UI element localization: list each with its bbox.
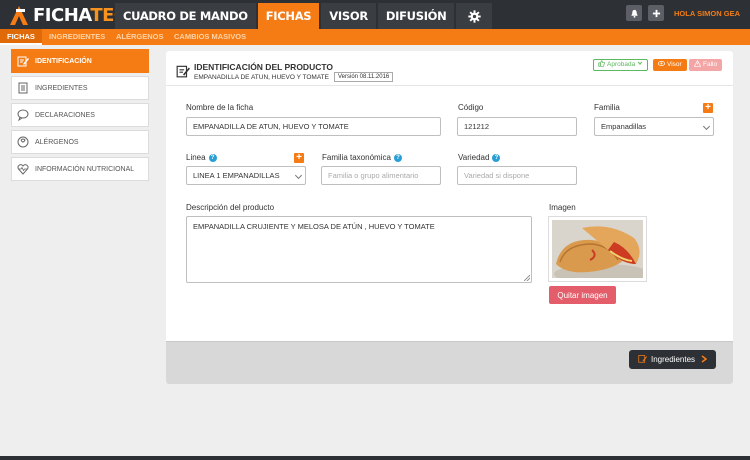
sub-navbar: FICHAS INGREDIENTES ALÉRGENOS CAMBIOS MA… <box>0 29 750 45</box>
linea-select-value: LINEA 1 EMPANADILLAS <box>193 171 280 180</box>
sidebar-item-identificacion[interactable]: IDENTIFICACIÓN <box>11 49 149 73</box>
sidebar-item-label: DECLARACIONES <box>35 111 95 119</box>
status-visor-button[interactable]: Visor <box>653 59 687 71</box>
sidebar-item-alergenos[interactable]: ALÉRGENOS <box>11 130 149 154</box>
chevron-right-icon <box>701 354 708 365</box>
nav-fichas[interactable]: FICHAS <box>257 3 320 29</box>
logo[interactable]: FICHATEC <box>8 4 127 26</box>
linea-select[interactable]: LINEA 1 EMPANADILLAS <box>186 166 306 185</box>
next-ingredientes-button[interactable]: Ingredientes <box>629 350 716 369</box>
nav-difusion[interactable]: DIFUSIÓN <box>377 3 455 29</box>
add-plus-icon[interactable] <box>648 5 665 21</box>
subtab-alergenos[interactable]: ALÉRGENOS <box>116 29 164 45</box>
nombre-label: Nombre de la ficha <box>186 103 254 112</box>
variedad-label-text: Variedad <box>458 153 490 162</box>
familia-taxonomica-label: Familia taxonómica ? <box>322 153 402 162</box>
main-panel: IDENTIFICACIÓN DEL PRODUCTO EMPANADILLA … <box>166 51 733 384</box>
top-navbar: FICHATEC CUADRO DE MANDO FICHAS VISOR DI… <box>0 0 750 29</box>
resize-handle-icon[interactable] <box>524 275 530 281</box>
edit-document-icon <box>17 55 29 67</box>
chevron-down-icon <box>702 122 711 131</box>
codigo-label: Código <box>458 103 484 112</box>
panel-header: IDENTIFICACIÓN DEL PRODUCTO EMPANADILLA … <box>166 51 733 86</box>
sidebar-item-informacion-nutricional[interactable]: INFORMACIÓN NUTRICIONAL <box>11 157 149 181</box>
familia-taxonomica-label-text: Familia taxonómica <box>322 153 391 162</box>
nombre-field[interactable]: EMPANADILLA DE ATUN, HUEVO Y TOMATE <box>186 117 441 136</box>
quitar-imagen-button[interactable]: Quitar imagen <box>549 286 616 304</box>
nav-cuadro-de-mando[interactable]: CUADRO DE MANDO <box>115 3 256 29</box>
bottom-bar <box>0 456 750 460</box>
product-image <box>552 220 643 278</box>
linea-label: Linea ? <box>186 153 217 162</box>
familia-select[interactable]: Empanadillas <box>594 117 714 136</box>
subtab-ingredientes[interactable]: INGREDIENTES <box>49 29 105 45</box>
speech-bubble-icon <box>17 109 29 121</box>
chevron-down-icon <box>637 60 643 70</box>
notifications-bell-icon[interactable] <box>626 5 643 21</box>
add-familia-plus-icon[interactable]: + <box>703 103 713 113</box>
product-image-frame <box>548 216 647 282</box>
sidebar-item-label: INGREDIENTES <box>35 84 88 92</box>
help-icon[interactable]: ? <box>492 153 501 162</box>
sidebar-item-label: INFORMACIÓN NUTRICIONAL <box>35 165 135 173</box>
descripcion-label: Descripción del producto <box>186 203 275 212</box>
sidebar: IDENTIFICACIÓN INGREDIENTES DECLARACIONE… <box>11 49 149 184</box>
page-title: IDENTIFICACIÓN DEL PRODUCTO <box>194 62 333 72</box>
list-icon <box>17 82 29 94</box>
logo-text: FICHATEC <box>33 4 127 26</box>
subtab-cambios-masivos[interactable]: CAMBIOS MASIVOS <box>174 29 246 45</box>
product-name: EMPANADILLA DE ATUN, HUEVO Y TOMATE <box>194 73 329 81</box>
chevron-down-icon <box>294 171 303 180</box>
edit-document-icon <box>176 64 190 78</box>
warning-icon <box>693 59 702 71</box>
familia-label: Familia <box>594 103 620 112</box>
descripcion-textarea[interactable]: EMPANADILLA CRUJIENTE Y MELOSA DE ATÚN ,… <box>186 216 532 283</box>
imagen-label: Imagen <box>549 203 576 212</box>
status-fallo-button[interactable]: Fallo <box>689 59 723 71</box>
linea-label-text: Linea <box>186 153 206 162</box>
user-greeting[interactable]: HOLA SIMON GEA <box>674 9 740 18</box>
heart-pulse-icon <box>17 163 29 175</box>
status-fallo-label: Fallo <box>703 61 718 68</box>
sidebar-item-label: ALÉRGENOS <box>35 138 79 146</box>
status-visor-label: Visor <box>667 61 682 68</box>
edit-document-icon <box>638 354 647 365</box>
add-linea-plus-icon[interactable]: + <box>294 153 304 163</box>
thumbs-up-icon <box>598 59 605 71</box>
eye-icon <box>658 60 665 71</box>
help-icon[interactable]: ? <box>393 153 402 162</box>
sidebar-item-label: IDENTIFICACIÓN <box>35 57 92 65</box>
product-subtitle: EMPANADILLA DE ATUN, HUEVO Y TOMATE Vers… <box>194 72 394 82</box>
status-aprobada-label: Aprobada <box>607 61 636 68</box>
descripcion-value: EMPANADILLA CRUJIENTE Y MELOSA DE ATÚN ,… <box>193 222 435 231</box>
fichatec-logo-icon <box>8 5 30 25</box>
next-button-label: Ingredientes <box>650 355 696 364</box>
sidebar-item-ingredientes[interactable]: INGREDIENTES <box>11 76 149 100</box>
user-area: HOLA SIMON GEA <box>626 5 740 21</box>
familia-taxonomica-field[interactable]: Familia o grupo alimentario <box>321 166 441 185</box>
variedad-field[interactable]: Variedad si dispone <box>457 166 577 185</box>
familia-select-value: Empanadillas <box>601 122 647 131</box>
variedad-label: Variedad ? <box>458 153 501 162</box>
version-badge: Versión 08.11.2016 <box>333 72 394 82</box>
panel-footer: Ingredientes <box>166 341 733 384</box>
status-aprobada-dropdown[interactable]: Aprobada <box>593 59 649 71</box>
nav-visor[interactable]: VISOR <box>321 3 376 29</box>
settings-gear-icon[interactable] <box>456 3 493 29</box>
sidebar-item-declaraciones[interactable]: DECLARACIONES <box>11 103 149 127</box>
codigo-field[interactable]: 121212 <box>457 117 577 136</box>
main-nav: CUADRO DE MANDO FICHAS VISOR DIFUSIÓN <box>115 3 494 29</box>
subtab-fichas[interactable]: FICHAS <box>0 29 42 45</box>
help-icon[interactable]: ? <box>208 153 217 162</box>
allergen-icon <box>17 136 29 148</box>
